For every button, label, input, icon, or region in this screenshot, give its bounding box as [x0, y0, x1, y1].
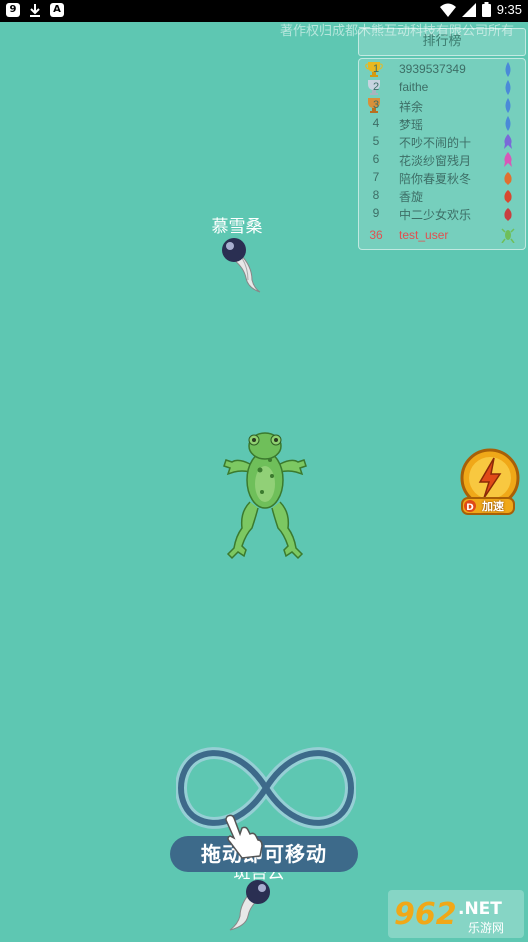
leaderboard-name: 梦瑶 [399, 118, 424, 132]
a-notification-icon: A [50, 3, 64, 17]
svg-text:乐游网: 乐游网 [468, 921, 504, 935]
infinity-path-guide [176, 747, 356, 829]
fish-avatar-icon [505, 62, 511, 77]
leaderboard-name: 花淡纱窗残月 [399, 154, 472, 168]
leaderboard-rank: 9 [372, 206, 380, 220]
tadpole-enemy-icon [222, 238, 261, 293]
squid-avatar-icon [504, 152, 512, 167]
leaderboard-name: 陪你春夏秋冬 [399, 172, 472, 186]
leaderboard-row: 7 陪你春夏秋冬 [359, 169, 525, 187]
leaderboard-row-self: 36 test_user [359, 227, 525, 245]
signal-icon [461, 2, 476, 17]
leaderboard-row: 4 梦瑶 [359, 115, 525, 133]
status-bar: 9 A 9:35 [0, 0, 528, 22]
squid-avatar-icon [504, 134, 512, 149]
leaderboard-name: 不吵不闹的十 [399, 136, 472, 150]
leaderboard-rank: 2 [372, 81, 380, 93]
wifi-icon [439, 3, 456, 17]
battery-icon [481, 2, 491, 17]
status-bar-notifications: 9 A [6, 3, 64, 17]
app-notification-icon: 9 [6, 3, 20, 17]
leaderboard-name: 祥余 [399, 100, 424, 114]
tutorial-banner: 拖动即可移动 [170, 836, 358, 872]
leaderboard-rank: 8 [372, 188, 380, 202]
leaderboard-name: faithe [399, 80, 429, 94]
leaderboard-rank: 5 [372, 134, 380, 148]
leaderboard-row: 3 祥余 [359, 97, 525, 115]
tadpole-self-icon [229, 880, 270, 931]
clock: 9:35 [496, 2, 522, 17]
svg-text:962: 962 [394, 897, 457, 932]
leaderboard-row: 6 花淡纱窗残月 [359, 151, 525, 169]
frog-player-icon [223, 432, 307, 560]
leaderboard-row: 9 中二少女欢乐 [359, 205, 525, 223]
leaderboard-name: test_user [399, 228, 449, 242]
crab-avatar-icon [504, 172, 512, 185]
frog-avatar-icon [501, 228, 515, 243]
hand-pointer-icon [225, 814, 263, 859]
fish-avatar-icon [505, 98, 511, 113]
download-icon [30, 4, 40, 17]
leaderboard-name: 中二少女欢乐 [399, 208, 472, 222]
status-bar-system: 9:35 [439, 2, 522, 17]
boost-label: 加速 [482, 500, 504, 513]
leaderboard-rank: 6 [372, 152, 380, 166]
fish-avatar-icon [505, 116, 511, 131]
boost-button[interactable]: D 加速 [458, 448, 522, 516]
leaderboard-name: 3939537349 [399, 62, 466, 76]
leaderboard-row: 8 香旋 [359, 187, 525, 205]
crab-avatar-icon [504, 190, 512, 203]
leaderboard-rank: 1 [372, 63, 380, 75]
leaderboard-name: 香旋 [399, 190, 424, 204]
leaderboard-title: 排行榜 [358, 28, 526, 56]
leaderboard-rank: 7 [372, 170, 380, 184]
fish-avatar-icon [505, 80, 511, 95]
leaderboard-row: 1 3939537349 [359, 61, 525, 79]
leaderboard-rank: 3 [372, 99, 380, 111]
leaderboard-rank: 36 [369, 228, 383, 242]
crab-avatar-icon [504, 208, 512, 221]
svg-text:D: D [466, 503, 473, 513]
leaderboard-rank: 4 [372, 116, 380, 130]
leaderboard-row: 5 不吵不闹的十 [359, 133, 525, 151]
enemy-player-name: 慕雪桑 [211, 217, 263, 237]
leaderboard-panel: 1 3939537349 2 faithe 3 祥余 4 梦瑶 5 不吵不闹的十… [358, 58, 526, 250]
leaderboard-row: 2 faithe [359, 79, 525, 97]
962-net-watermark-logo: 962 .NET 乐游网 [388, 890, 524, 938]
svg-text:.NET: .NET [458, 899, 502, 919]
